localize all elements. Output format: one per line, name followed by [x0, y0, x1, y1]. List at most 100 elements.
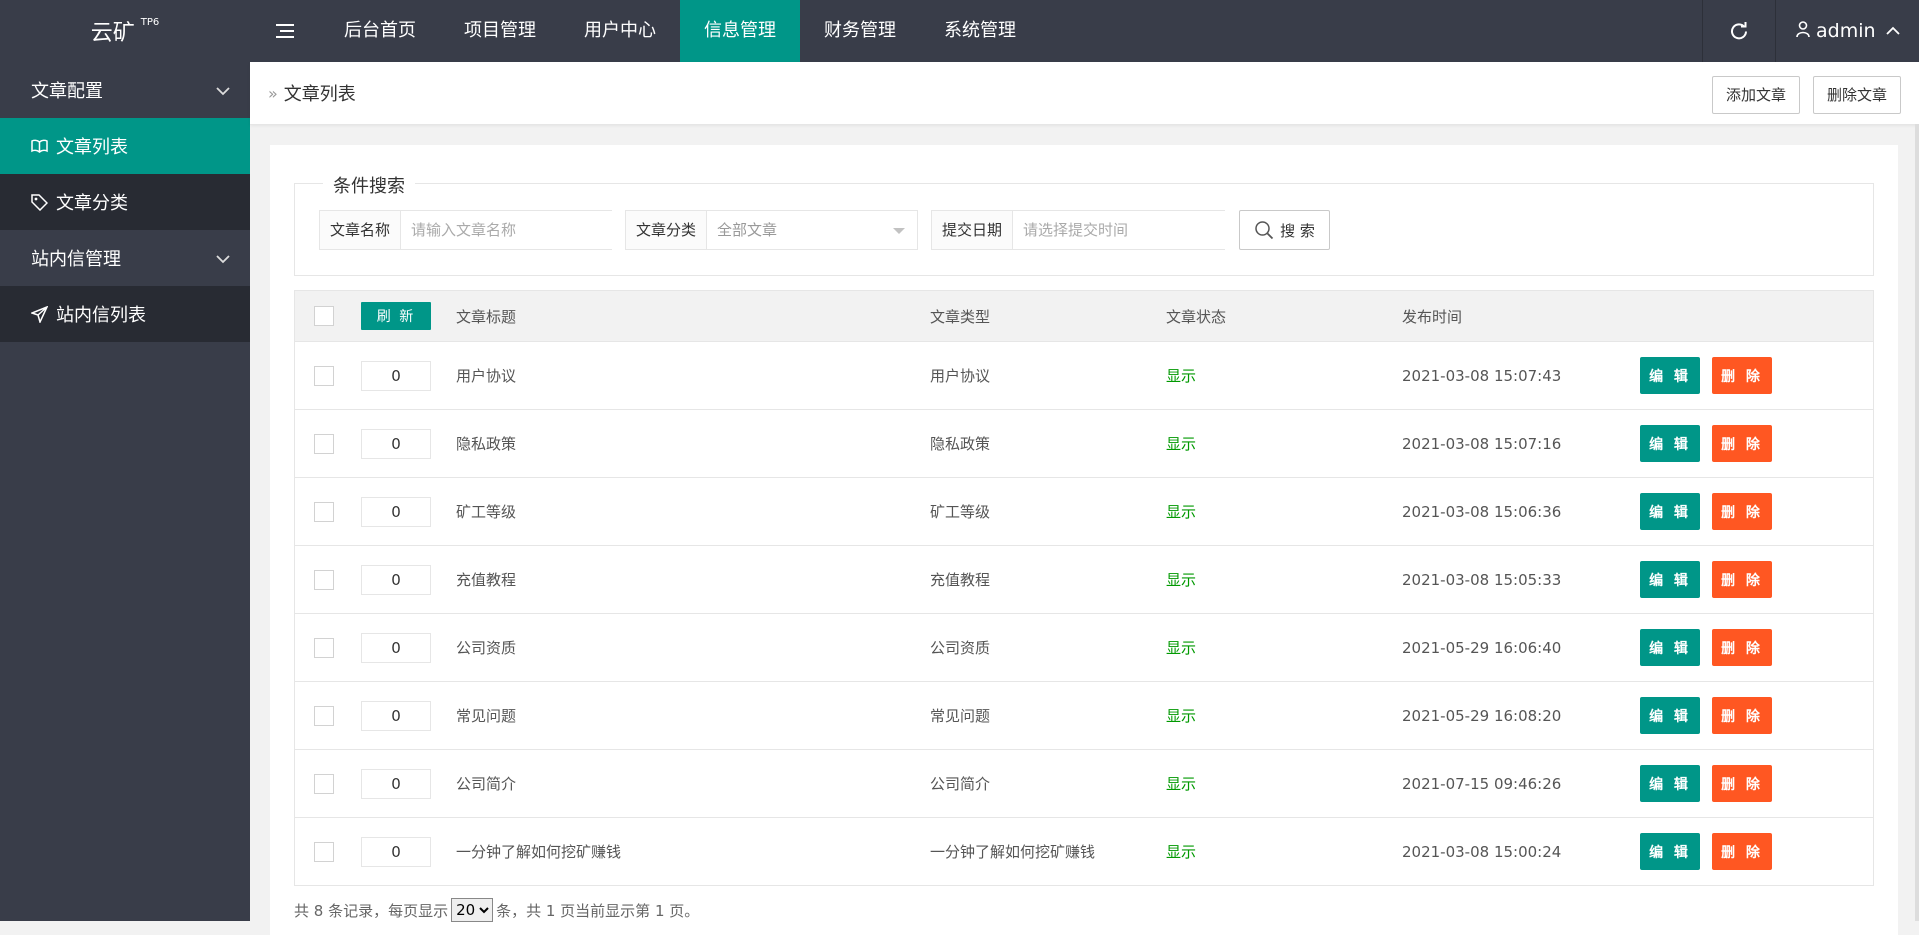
table-row: 常见问题 常见问题 显示 2021-05-29 16:08:20 编 辑删 除 — [295, 682, 1873, 750]
book-icon — [31, 139, 51, 153]
edit-button[interactable]: 编 辑 — [1640, 629, 1700, 666]
sidebar-group-label: 文章配置 — [31, 81, 103, 102]
sidebar-item-article-list[interactable]: 文章列表 — [0, 118, 250, 174]
search-icon — [1254, 220, 1274, 240]
delete-button[interactable]: 删 除 — [1712, 765, 1772, 802]
table-row: 隐私政策 隐私政策 显示 2021-03-08 15:07:16 编 辑删 除 — [295, 410, 1873, 478]
edit-button[interactable]: 编 辑 — [1640, 357, 1700, 394]
cell-type: 常见问题 — [930, 707, 991, 725]
edit-button[interactable]: 编 辑 — [1640, 765, 1700, 802]
sort-order-input[interactable] — [361, 496, 431, 527]
cell-time: 2021-03-08 15:05:33 — [1402, 570, 1562, 589]
submit-date-input[interactable] — [1013, 211, 1228, 249]
sidebar-item-message-list[interactable]: 站内信列表 — [0, 286, 250, 342]
cell-time: 2021-03-08 15:07:16 — [1402, 434, 1562, 453]
delete-button[interactable]: 删 除 — [1712, 425, 1772, 462]
header-title: 文章标题 — [456, 307, 517, 326]
article-category-select[interactable]: 全部文章 — [707, 211, 917, 249]
cell-type: 用户协议 — [930, 367, 991, 385]
row-checkbox[interactable] — [314, 637, 334, 658]
article-category-label: 文章分类 — [626, 211, 708, 249]
add-article-button[interactable]: 添加文章 — [1712, 76, 1801, 114]
menu-toggle-icon[interactable] — [265, 0, 305, 62]
sidebar-group-messages[interactable]: 站内信管理 — [0, 230, 250, 286]
article-name-input[interactable] — [401, 211, 616, 249]
search-legend: 条件搜索 — [323, 172, 415, 198]
row-checkbox[interactable] — [314, 705, 334, 726]
nav-item-2[interactable]: 用户中心 — [560, 0, 680, 62]
sidebar-item-article-category[interactable]: 文章分类 — [0, 174, 250, 230]
cell-title: 用户协议 — [456, 367, 517, 385]
cell-status: 显示 — [1166, 367, 1197, 385]
sort-order-input[interactable] — [361, 428, 431, 459]
table-row: 矿工等级 矿工等级 显示 2021-03-08 15:06:36 编 辑删 除 — [295, 478, 1873, 546]
edit-button[interactable]: 编 辑 — [1640, 561, 1700, 598]
header-type: 文章类型 — [930, 307, 991, 326]
nav-item-1[interactable]: 项目管理 — [440, 0, 560, 62]
row-checkbox[interactable] — [314, 569, 334, 590]
caret-down-icon — [893, 228, 905, 234]
user-menu[interactable]: admin — [1796, 0, 1900, 62]
cell-title: 公司资质 — [456, 639, 517, 657]
nav-item-4[interactable]: 财务管理 — [800, 0, 920, 62]
row-checkbox[interactable] — [314, 365, 334, 386]
sort-order-input[interactable] — [361, 632, 431, 663]
search-button[interactable]: 搜 索 — [1239, 210, 1330, 250]
sidebar-item-label: 站内信列表 — [56, 305, 146, 326]
edit-button[interactable]: 编 辑 — [1640, 697, 1700, 734]
row-checkbox[interactable] — [314, 841, 334, 862]
per-page-select[interactable]: 20 — [451, 898, 494, 922]
cell-title: 公司简介 — [456, 775, 517, 793]
cell-title: 常见问题 — [456, 707, 517, 725]
sidebar: 文章配置 文章列表 文章分类 站内信管理 站内信列表 — [0, 62, 250, 921]
sort-order-input[interactable] — [361, 836, 431, 867]
breadcrumb: » 文章列表 — [268, 62, 356, 124]
delete-button[interactable]: 删 除 — [1712, 561, 1772, 598]
search-fieldset: 条件搜索 文章名称 文章分类 全部文章 提交日期 搜 索 — [294, 172, 1874, 276]
table-header: 刷 新 文章标题 文章类型 文章状态 发布时间 — [295, 291, 1873, 342]
sort-order-input[interactable] — [361, 564, 431, 595]
nav-item-3[interactable]: 信息管理 — [680, 0, 800, 62]
edit-button[interactable]: 编 辑 — [1640, 493, 1700, 530]
row-checkbox[interactable] — [314, 773, 334, 794]
breadcrumb-current: 文章列表 — [283, 84, 356, 105]
pagination: 共 8 条记录，每页显示 20 条，共 1 页当前显示第 1 页。 — [294, 898, 699, 922]
cell-type: 矿工等级 — [930, 503, 991, 521]
table-row: 用户协议 用户协议 显示 2021-03-08 15:07:43 编 辑删 除 — [295, 342, 1873, 410]
top-nav: 后台首页 项目管理 用户中心 信息管理 财务管理 系统管理 — [320, 0, 1040, 62]
article-name-field: 文章名称 — [319, 210, 616, 250]
table-refresh-button[interactable]: 刷 新 — [361, 302, 431, 330]
scrollbar[interactable] — [1915, 124, 1919, 921]
chevron-down-icon — [216, 81, 230, 100]
sort-order-input[interactable] — [361, 360, 431, 391]
row-checkbox[interactable] — [314, 433, 334, 454]
submit-date-label: 提交日期 — [932, 211, 1014, 249]
cell-status: 显示 — [1166, 775, 1197, 793]
delete-button[interactable]: 删 除 — [1712, 629, 1772, 666]
chevron-up-icon — [1885, 21, 1900, 42]
cell-type: 一分钟了解如何挖矿赚钱 — [930, 843, 1096, 861]
delete-button[interactable]: 删 除 — [1712, 833, 1772, 870]
user-icon — [1796, 20, 1810, 42]
logo[interactable]: 云矿 TP6 — [0, 0, 250, 62]
pager-prefix: 共 8 条记录，每页显示 — [294, 901, 449, 920]
sidebar-group-label: 站内信管理 — [31, 249, 121, 270]
cell-time: 2021-05-29 16:08:20 — [1402, 706, 1562, 725]
sidebar-group-article-config[interactable]: 文章配置 — [0, 62, 250, 118]
cell-status: 显示 — [1166, 843, 1197, 861]
sort-order-input[interactable] — [361, 700, 431, 731]
nav-item-0[interactable]: 后台首页 — [320, 0, 440, 62]
delete-button[interactable]: 删 除 — [1712, 357, 1772, 394]
sort-order-input[interactable] — [361, 768, 431, 799]
refresh-icon[interactable] — [1702, 0, 1776, 62]
delete-button[interactable]: 删 除 — [1712, 697, 1772, 734]
delete-article-button[interactable]: 删除文章 — [1813, 76, 1902, 114]
select-all-checkbox[interactable] — [314, 306, 334, 326]
page-header: » 文章列表 添加文章 删除文章 — [250, 62, 1919, 125]
delete-button[interactable]: 删 除 — [1712, 493, 1772, 530]
edit-button[interactable]: 编 辑 — [1640, 833, 1700, 870]
nav-item-5[interactable]: 系统管理 — [920, 0, 1040, 62]
edit-button[interactable]: 编 辑 — [1640, 425, 1700, 462]
cell-type: 公司资质 — [930, 639, 991, 657]
row-checkbox[interactable] — [314, 501, 334, 522]
